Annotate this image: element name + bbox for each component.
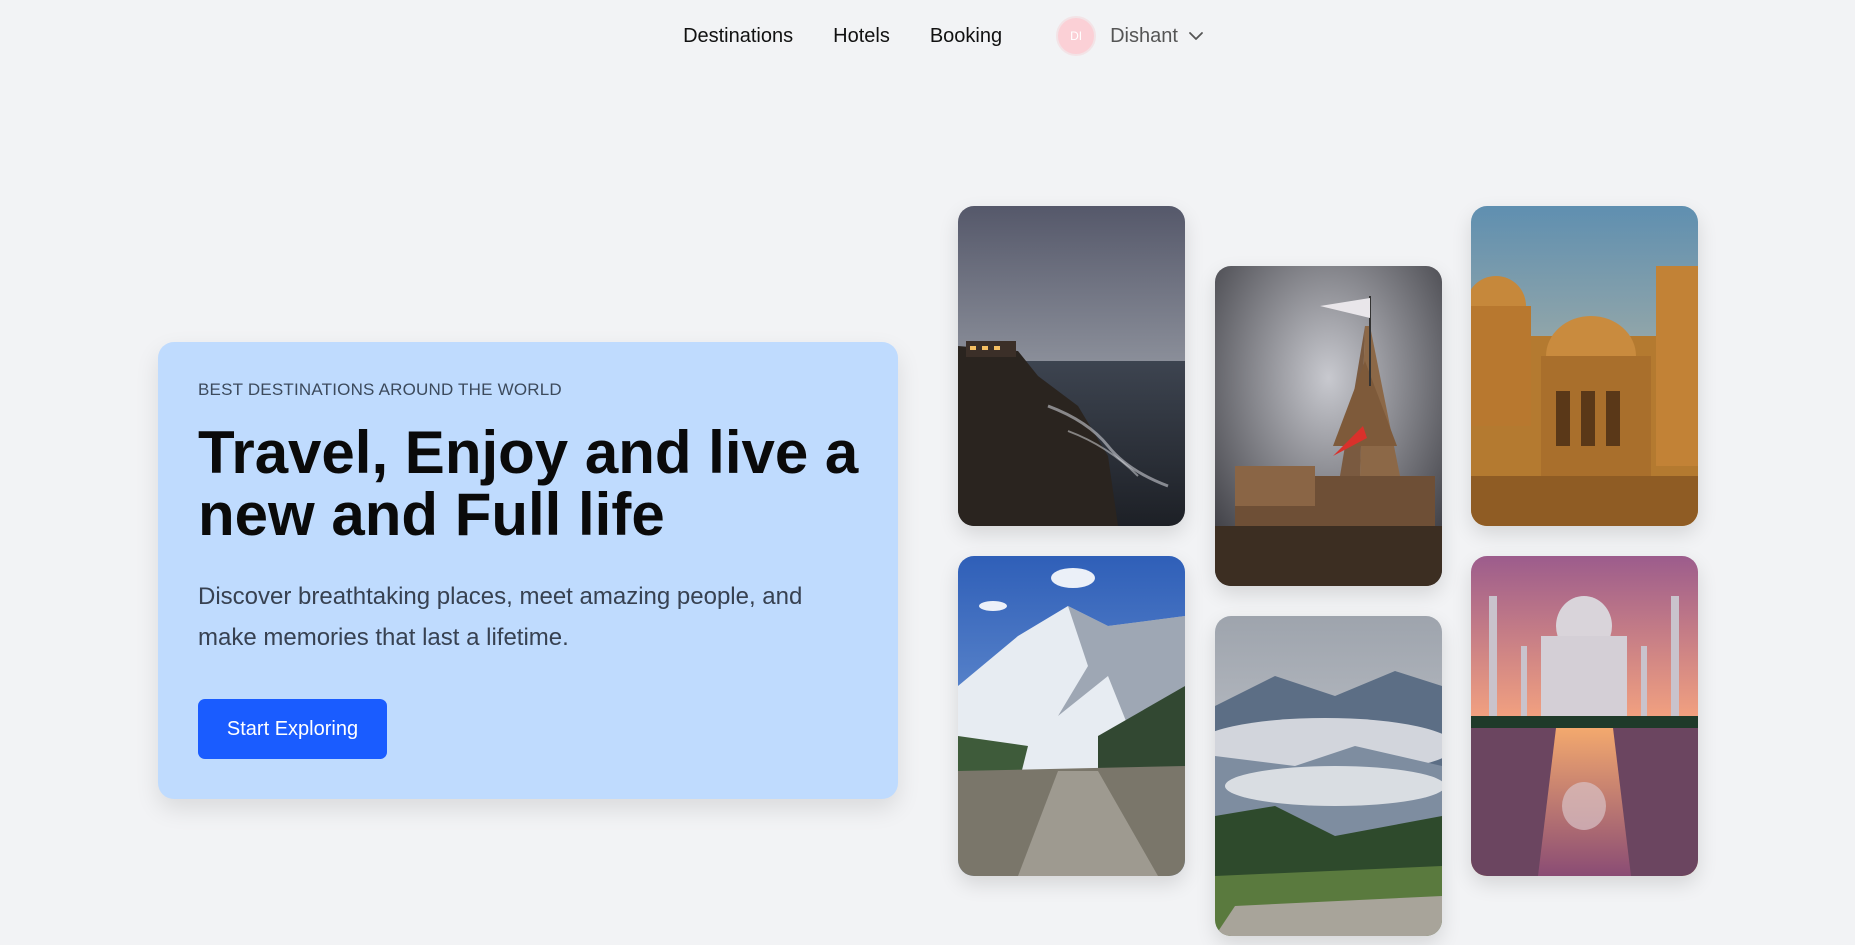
nav-links: Destinations Hotels Booking DI Dishant bbox=[683, 16, 1204, 56]
top-navigation: Destinations Hotels Booking DI Dishant bbox=[0, 0, 1855, 72]
avatar: DI bbox=[1056, 16, 1097, 56]
nav-link-booking[interactable]: Booking bbox=[930, 25, 1002, 48]
gallery-image-coastal-cliff bbox=[958, 206, 1185, 526]
gallery-image-temple bbox=[1215, 266, 1442, 586]
user-menu[interactable]: DI Dishant bbox=[1056, 16, 1204, 56]
user-name: Dishant bbox=[1110, 24, 1178, 47]
hero-eyebrow: BEST DESTINATIONS AROUND THE WORLD bbox=[198, 380, 562, 399]
hero-subtext: Discover breathtaking places, meet amazi… bbox=[198, 583, 803, 651]
gallery-image-cenotaphs bbox=[1471, 206, 1698, 526]
hero-headline: Travel, Enjoy and live a new and Full li… bbox=[198, 419, 859, 548]
nav-link-hotels[interactable]: Hotels bbox=[833, 25, 890, 48]
gallery-image-mountain-road bbox=[958, 556, 1185, 876]
hero-card: BEST DESTINATIONS AROUND THE WORLD Trave… bbox=[158, 342, 898, 799]
start-exploring-button[interactable]: Start Exploring bbox=[198, 699, 387, 759]
nav-link-destinations[interactable]: Destinations bbox=[683, 25, 793, 48]
gallery-image-taj-mahal bbox=[1471, 556, 1698, 876]
chevron-down-icon bbox=[1188, 31, 1204, 41]
gallery-image-misty-valley bbox=[1215, 616, 1442, 936]
